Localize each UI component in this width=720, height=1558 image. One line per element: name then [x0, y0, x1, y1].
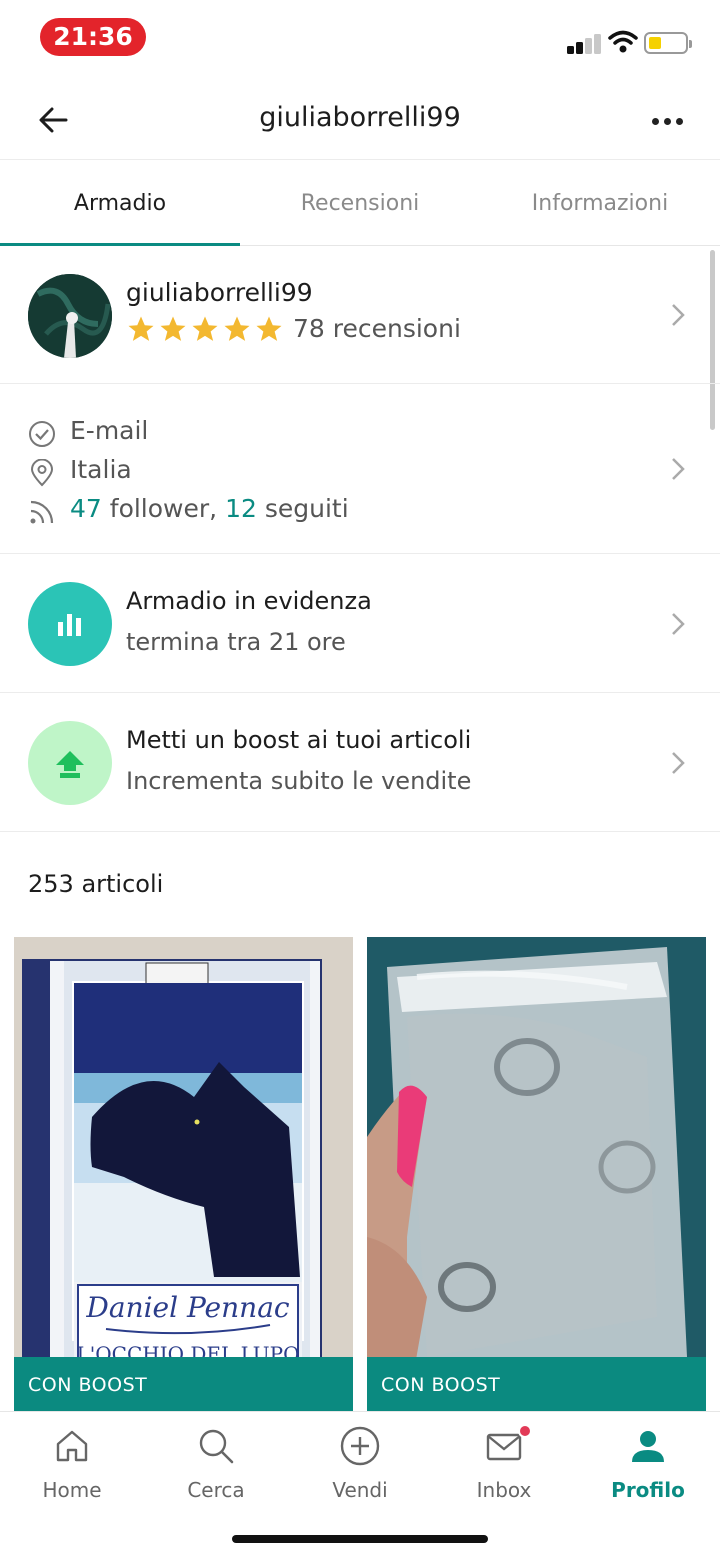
- nav-home-label: Home: [42, 1478, 102, 1502]
- nav-inbox[interactable]: Inbox: [432, 1424, 576, 1514]
- item-card[interactable]: Daniel Pennac L'OCCHIO DEL LUPO CON BOOS…: [14, 937, 353, 1411]
- items-count: 253 articoli: [28, 870, 164, 898]
- star-icon: [256, 316, 282, 341]
- arrow-up-icon: [28, 721, 112, 805]
- tab-armadio[interactable]: Armadio: [0, 160, 240, 246]
- plus-circle-icon: [340, 1426, 380, 1466]
- boost-row[interactable]: Metti un boost ai tuoi articoli Incremen…: [0, 693, 720, 832]
- nav-search-label: Cerca: [187, 1478, 245, 1502]
- info-row[interactable]: E-mail Italia 47 follower, 12 seguiti: [0, 384, 720, 554]
- nav-search[interactable]: Cerca: [144, 1424, 288, 1514]
- check-circle-icon: [29, 421, 55, 447]
- battery-icon: [644, 32, 692, 54]
- item-card[interactable]: CON BOOST: [367, 937, 706, 1411]
- item-photo-book: Daniel Pennac L'OCCHIO DEL LUPO: [14, 937, 353, 1411]
- nav-home[interactable]: Home: [0, 1424, 144, 1514]
- rating-stars: [126, 314, 286, 344]
- nav-sell-label: Vendi: [332, 1478, 388, 1502]
- star-icon: [160, 316, 186, 341]
- top-header: giuliaborrelli99: [0, 76, 720, 160]
- nav-sell[interactable]: Vendi: [288, 1424, 432, 1514]
- followers-label: follower,: [109, 494, 218, 523]
- star-icon: [128, 316, 154, 341]
- profile-tabs: Armadio Recensioni Informazioni: [0, 160, 720, 246]
- chevron-right-icon: [672, 304, 685, 326]
- notification-dot: [518, 1424, 532, 1438]
- ellipsis-icon[interactable]: [646, 106, 690, 136]
- location-pin-icon: [30, 459, 54, 487]
- cellular-signal-icon: [567, 32, 601, 54]
- boost-badge: CON BOOST: [367, 1357, 706, 1411]
- nav-profile[interactable]: Profilo: [576, 1424, 720, 1514]
- status-time: 21:36: [40, 18, 146, 56]
- chevron-right-icon: [672, 752, 685, 774]
- book-author-text: Daniel Pennac: [85, 1291, 289, 1324]
- following-count[interactable]: 12: [225, 494, 257, 523]
- chevron-right-icon: [672, 458, 685, 480]
- boost-badge: CON BOOST: [14, 1357, 353, 1411]
- home-icon: [56, 1430, 88, 1462]
- following-label: seguiti: [264, 494, 349, 523]
- reviews-count: 78 recensioni: [293, 314, 461, 343]
- location-label: Italia: [70, 455, 132, 484]
- rss-icon: [30, 500, 54, 524]
- search-icon: [199, 1429, 234, 1464]
- profile-username: giuliaborrelli99: [126, 278, 313, 307]
- email-label: E-mail: [70, 416, 149, 445]
- avatar: [28, 274, 112, 358]
- user-icon: [632, 1431, 664, 1462]
- home-indicator[interactable]: [232, 1535, 488, 1543]
- tab-informazioni[interactable]: Informazioni: [480, 160, 720, 246]
- boost-title: Metti un boost ai tuoi articoli: [126, 726, 472, 754]
- featured-closet-row[interactable]: Armadio in evidenza termina tra 21 ore: [0, 554, 720, 693]
- followers-count[interactable]: 47: [70, 494, 102, 523]
- item-photo-rings: [367, 937, 706, 1411]
- chevron-right-icon: [672, 613, 685, 635]
- wifi-icon: [608, 30, 638, 53]
- status-bar: 21:36: [0, 0, 720, 76]
- star-icon: [224, 316, 250, 341]
- nav-inbox-label: Inbox: [476, 1478, 532, 1502]
- bar-chart-icon: [28, 582, 112, 666]
- featured-subtitle: termina tra 21 ore: [126, 628, 346, 656]
- page-title: giuliaborrelli99: [259, 102, 461, 133]
- tab-recensioni[interactable]: Recensioni: [240, 160, 480, 246]
- boost-subtitle: Incrementa subito le vendite: [126, 767, 472, 795]
- profile-row[interactable]: giuliaborrelli99 78 recensioni: [0, 246, 720, 384]
- nav-profile-label: Profilo: [611, 1478, 685, 1502]
- featured-title: Armadio in evidenza: [126, 587, 372, 615]
- star-icon: [192, 316, 218, 341]
